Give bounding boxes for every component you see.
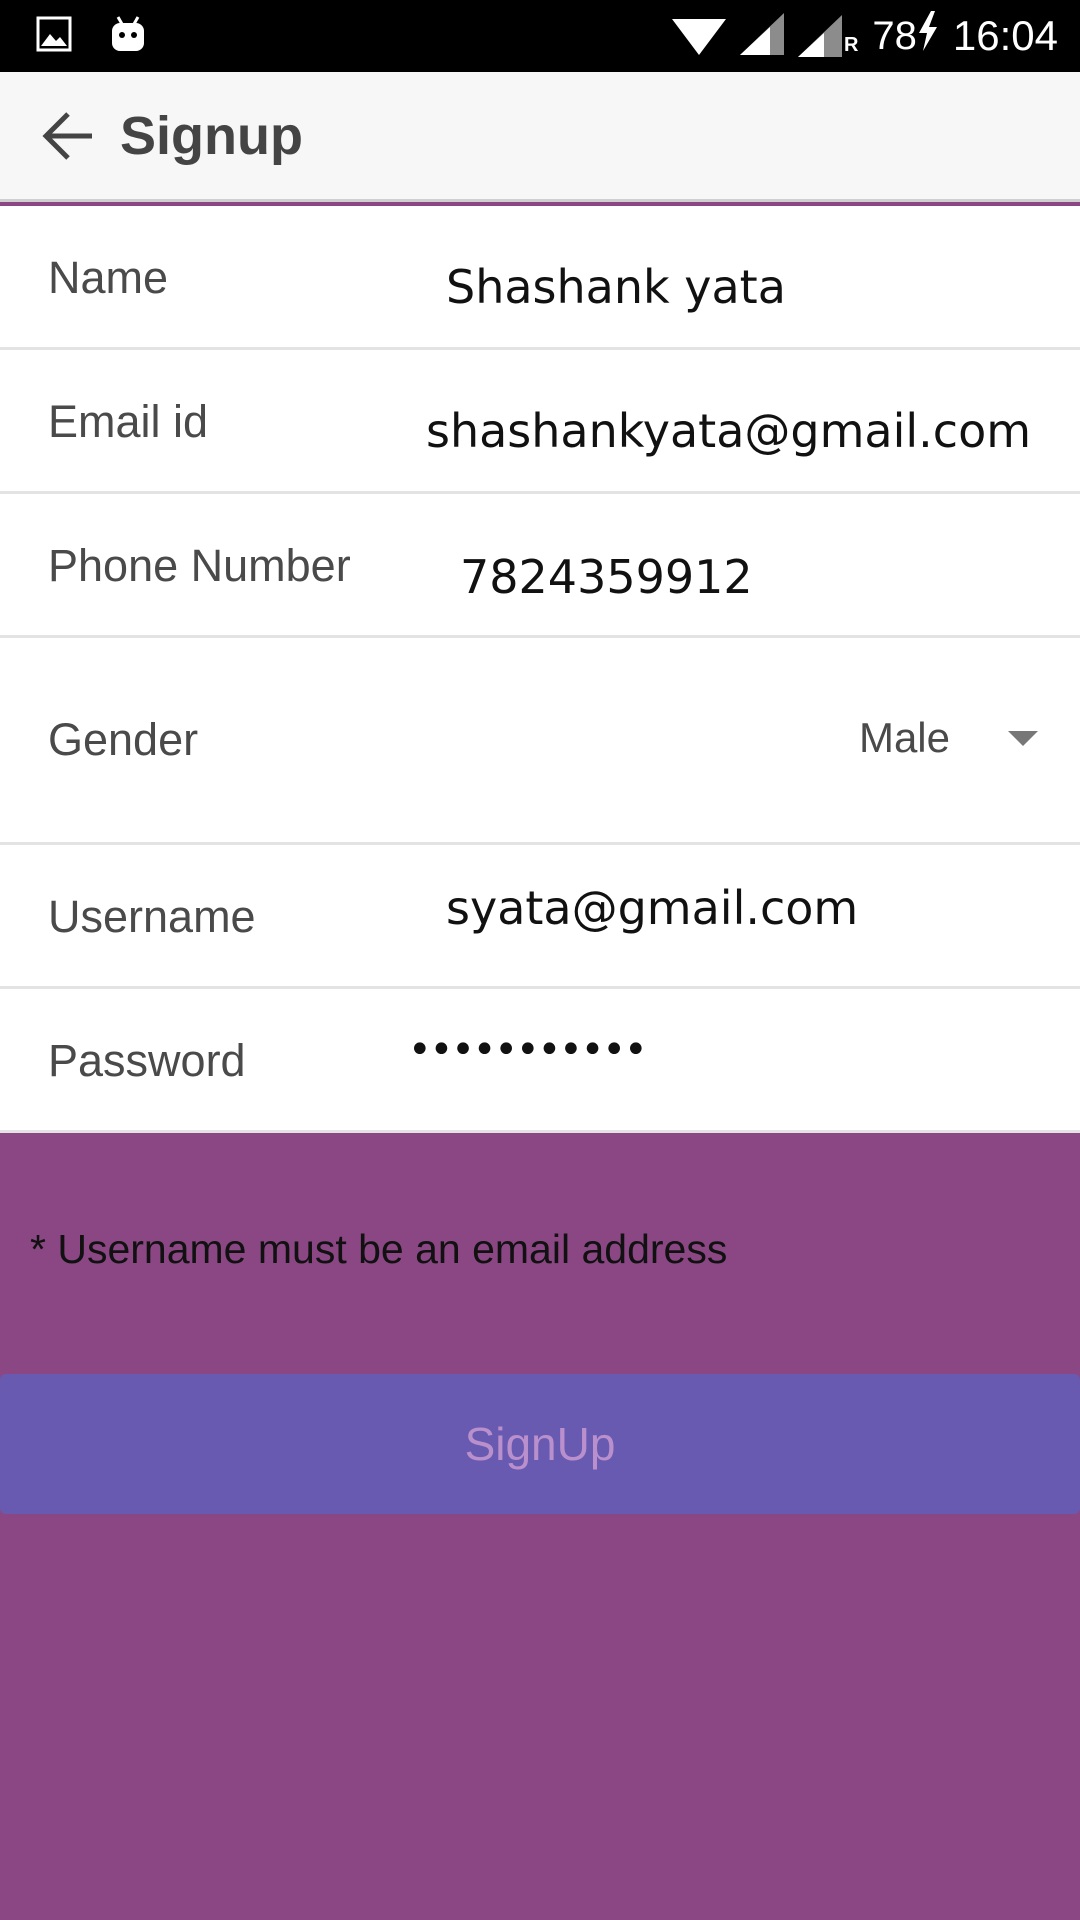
email-field[interactable]: shashankyata@gmail.com	[426, 404, 1031, 458]
gender-selected-value: Male	[858, 714, 950, 761]
arrow-left-icon	[42, 111, 92, 160]
password-field[interactable]: •••••••••••	[408, 1027, 648, 1073]
phone-label: Phone Number	[48, 540, 351, 591]
page-title: Signup	[120, 105, 303, 166]
status-time: 16:04	[952, 12, 1058, 59]
cell-signal-roaming-icon: R	[797, 15, 859, 57]
phone-row: Phone Number 7824359912	[0, 494, 1080, 638]
name-row: Name Shashank yata	[0, 206, 1080, 350]
signup-button[interactable]: SignUp	[0, 1374, 1080, 1514]
username-label: Username	[48, 891, 256, 942]
username-hint: * Username must be an email address	[30, 1226, 728, 1272]
chevron-down-icon	[1008, 730, 1038, 746]
status-bar: R 78 16:04	[0, 0, 1080, 72]
username-row: Username syata@gmail.com	[0, 845, 1080, 989]
phone-field[interactable]: 7824359912	[460, 550, 753, 604]
password-row: Password •••••••••••	[0, 989, 1080, 1133]
cell-signal-icon	[739, 12, 784, 60]
toolbar: Signup	[0, 72, 1080, 202]
email-label: Email id	[48, 396, 209, 447]
name-label: Name	[48, 252, 169, 303]
gender-select[interactable]: Male	[859, 714, 1038, 762]
username-field[interactable]: syata@gmail.com	[446, 881, 858, 935]
email-row: Email id shashankyata@gmail.com	[0, 350, 1080, 494]
gender-row: Gender Male	[0, 638, 1080, 845]
roaming-indicator: R	[843, 34, 859, 56]
gender-label: Gender	[48, 714, 199, 765]
image-notification-icon	[36, 16, 72, 57]
name-field[interactable]: Shashank yata	[446, 260, 786, 314]
battery-level: 78	[872, 13, 917, 58]
battery-charging-icon	[917, 11, 939, 61]
wifi-icon	[671, 13, 726, 60]
signup-button-label: SignUp	[464, 1418, 616, 1470]
password-label: Password	[48, 1035, 246, 1086]
battery-status: 78	[872, 11, 939, 61]
signup-form: Name Shashank yata Email id shashankyata…	[0, 206, 1080, 1133]
back-button[interactable]	[20, 88, 116, 184]
android-robot-icon	[108, 14, 148, 59]
